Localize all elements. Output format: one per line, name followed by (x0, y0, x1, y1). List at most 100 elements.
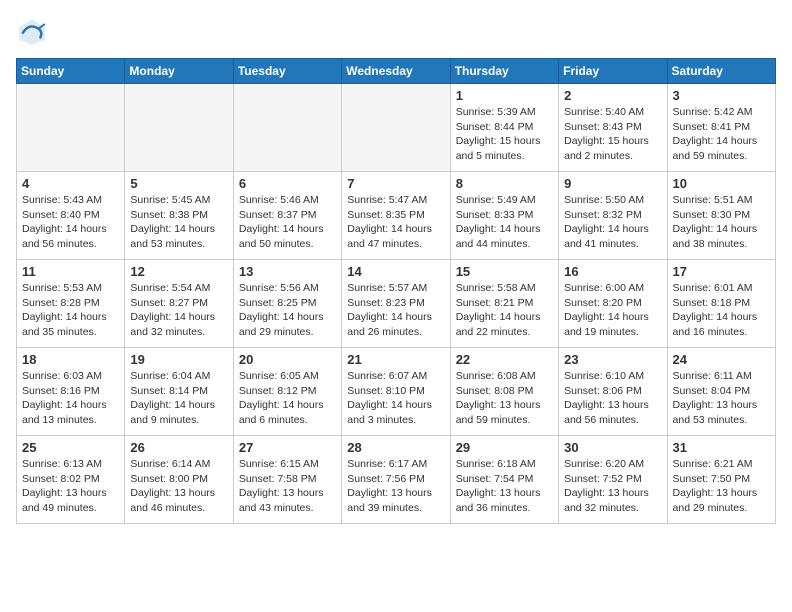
day-info: Sunrise: 5:46 AM Sunset: 8:37 PM Dayligh… (239, 193, 336, 252)
calendar-cell: 8 Sunrise: 5:49 AM Sunset: 8:33 PM Daylig… (450, 172, 558, 260)
day-number: 25 (22, 440, 119, 455)
day-info: Sunrise: 6:15 AM Sunset: 7:58 PM Dayligh… (239, 457, 336, 516)
day-of-week-header: Sunday (17, 59, 125, 84)
day-number: 5 (130, 176, 227, 191)
day-info: Sunrise: 6:18 AM Sunset: 7:54 PM Dayligh… (456, 457, 553, 516)
day-of-week-header: Friday (559, 59, 667, 84)
calendar-cell: 14Sunrise: 5:57 AM Sunset: 8:23 PM Dayli… (342, 260, 450, 348)
calendar-cell: 18Sunrise: 6:03 AM Sunset: 8:16 PM Dayli… (17, 348, 125, 436)
day-info: Sunrise: 5:43 AM Sunset: 8:40 PM Dayligh… (22, 193, 119, 252)
day-number: 8 (456, 176, 553, 191)
calendar-cell: 1Sunrise: 5:39 AM Sunset: 8:44 PM Daylig… (450, 84, 558, 172)
day-info: Sunrise: 6:00 AM Sunset: 8:20 PM Dayligh… (564, 281, 661, 340)
day-number: 28 (347, 440, 444, 455)
calendar-cell: 6 Sunrise: 5:46 AM Sunset: 8:37 PM Daylig… (233, 172, 341, 260)
calendar-cell: 10 Sunrise: 5:51 AM Sunset: 8:30 PM Dayli… (667, 172, 775, 260)
day-number: 20 (239, 352, 336, 367)
day-number: 27 (239, 440, 336, 455)
day-info: Sunrise: 5:58 AM Sunset: 8:21 PM Dayligh… (456, 281, 553, 340)
day-number: 29 (456, 440, 553, 455)
calendar-cell (125, 84, 233, 172)
day-info: Sunrise: 5:45 AM Sunset: 8:38 PM Dayligh… (130, 193, 227, 252)
calendar-cell: 3Sunrise: 5:42 AM Sunset: 8:41 PM Daylig… (667, 84, 775, 172)
day-info: Sunrise: 5:57 AM Sunset: 8:23 PM Dayligh… (347, 281, 444, 340)
day-of-week-header: Wednesday (342, 59, 450, 84)
day-of-week-header: Monday (125, 59, 233, 84)
calendar-cell: 9 Sunrise: 5:50 AM Sunset: 8:32 PM Daylig… (559, 172, 667, 260)
day-number: 1 (456, 88, 553, 103)
week-row: 1Sunrise: 5:39 AM Sunset: 8:44 PM Daylig… (17, 84, 776, 172)
day-of-week-header: Thursday (450, 59, 558, 84)
calendar-cell: 31Sunrise: 6:21 AM Sunset: 7:50 PM Dayli… (667, 436, 775, 524)
day-info: Sunrise: 5:53 AM Sunset: 8:28 PM Dayligh… (22, 281, 119, 340)
calendar-cell (17, 84, 125, 172)
calendar-cell: 22Sunrise: 6:08 AM Sunset: 8:08 PM Dayli… (450, 348, 558, 436)
day-number: 21 (347, 352, 444, 367)
day-info: Sunrise: 5:56 AM Sunset: 8:25 PM Dayligh… (239, 281, 336, 340)
day-number: 24 (673, 352, 770, 367)
calendar-cell: 17Sunrise: 6:01 AM Sunset: 8:18 PM Dayli… (667, 260, 775, 348)
day-info: Sunrise: 5:51 AM Sunset: 8:30 PM Dayligh… (673, 193, 770, 252)
week-row: 25 Sunrise: 6:13 AM Sunset: 8:02 PM Dayli… (17, 436, 776, 524)
calendar-cell: 30 Sunrise: 6:20 AM Sunset: 7:52 PM Dayli… (559, 436, 667, 524)
logo (16, 16, 52, 48)
day-number: 7 (347, 176, 444, 191)
day-number: 22 (456, 352, 553, 367)
day-number: 10 (673, 176, 770, 191)
day-info: Sunrise: 5:50 AM Sunset: 8:32 PM Dayligh… (564, 193, 661, 252)
day-info: Sunrise: 6:10 AM Sunset: 8:06 PM Dayligh… (564, 369, 661, 428)
logo-icon (16, 16, 48, 48)
calendar-cell: 2 Sunrise: 5:40 AM Sunset: 8:43 PM Daylig… (559, 84, 667, 172)
day-info: Sunrise: 6:07 AM Sunset: 8:10 PM Dayligh… (347, 369, 444, 428)
day-number: 6 (239, 176, 336, 191)
day-of-week-header: Tuesday (233, 59, 341, 84)
calendar-cell: 15 Sunrise: 5:58 AM Sunset: 8:21 PM Dayli… (450, 260, 558, 348)
calendar-cell (233, 84, 341, 172)
day-info: Sunrise: 5:49 AM Sunset: 8:33 PM Dayligh… (456, 193, 553, 252)
calendar-table: SundayMondayTuesdayWednesdayThursdayFrid… (16, 58, 776, 524)
day-number: 3 (673, 88, 770, 103)
week-row: 4 Sunrise: 5:43 AM Sunset: 8:40 PM Daylig… (17, 172, 776, 260)
day-number: 2 (564, 88, 661, 103)
calendar-cell: 27 Sunrise: 6:15 AM Sunset: 7:58 PM Dayli… (233, 436, 341, 524)
day-number: 17 (673, 264, 770, 279)
calendar-cell: 7 Sunrise: 5:47 AM Sunset: 8:35 PM Daylig… (342, 172, 450, 260)
calendar-cell: 28 Sunrise: 6:17 AM Sunset: 7:56 PM Dayli… (342, 436, 450, 524)
day-number: 15 (456, 264, 553, 279)
calendar-cell: 4 Sunrise: 5:43 AM Sunset: 8:40 PM Daylig… (17, 172, 125, 260)
day-number: 31 (673, 440, 770, 455)
day-number: 9 (564, 176, 661, 191)
day-info: Sunrise: 6:17 AM Sunset: 7:56 PM Dayligh… (347, 457, 444, 516)
day-number: 4 (22, 176, 119, 191)
day-info: Sunrise: 6:20 AM Sunset: 7:52 PM Dayligh… (564, 457, 661, 516)
calendar-cell: 26 Sunrise: 6:14 AM Sunset: 8:00 PM Dayli… (125, 436, 233, 524)
week-row: 11 Sunrise: 5:53 AM Sunset: 8:28 PM Dayli… (17, 260, 776, 348)
calendar-cell: 12Sunrise: 5:54 AM Sunset: 8:27 PM Dayli… (125, 260, 233, 348)
calendar-cell: 20 Sunrise: 6:05 AM Sunset: 8:12 PM Dayli… (233, 348, 341, 436)
calendar-cell: 23Sunrise: 6:10 AM Sunset: 8:06 PM Dayli… (559, 348, 667, 436)
calendar-cell: 21 Sunrise: 6:07 AM Sunset: 8:10 PM Dayli… (342, 348, 450, 436)
calendar-cell (342, 84, 450, 172)
day-info: Sunrise: 6:14 AM Sunset: 8:00 PM Dayligh… (130, 457, 227, 516)
calendar-cell: 11 Sunrise: 5:53 AM Sunset: 8:28 PM Dayli… (17, 260, 125, 348)
day-info: Sunrise: 5:47 AM Sunset: 8:35 PM Dayligh… (347, 193, 444, 252)
calendar-cell: 25 Sunrise: 6:13 AM Sunset: 8:02 PM Dayli… (17, 436, 125, 524)
day-number: 16 (564, 264, 661, 279)
calendar-header-row: SundayMondayTuesdayWednesdayThursdayFrid… (17, 59, 776, 84)
calendar-cell: 29 Sunrise: 6:18 AM Sunset: 7:54 PM Dayli… (450, 436, 558, 524)
day-info: Sunrise: 6:13 AM Sunset: 8:02 PM Dayligh… (22, 457, 119, 516)
day-number: 11 (22, 264, 119, 279)
day-number: 12 (130, 264, 227, 279)
page-header (16, 16, 776, 48)
day-number: 30 (564, 440, 661, 455)
calendar-cell: 24Sunrise: 6:11 AM Sunset: 8:04 PM Dayli… (667, 348, 775, 436)
day-of-week-header: Saturday (667, 59, 775, 84)
day-info: Sunrise: 5:40 AM Sunset: 8:43 PM Dayligh… (564, 105, 661, 164)
day-number: 26 (130, 440, 227, 455)
day-number: 18 (22, 352, 119, 367)
day-number: 13 (239, 264, 336, 279)
calendar-cell: 13 Sunrise: 5:56 AM Sunset: 8:25 PM Dayli… (233, 260, 341, 348)
calendar-cell: 5 Sunrise: 5:45 AM Sunset: 8:38 PM Daylig… (125, 172, 233, 260)
day-info: Sunrise: 6:05 AM Sunset: 8:12 PM Dayligh… (239, 369, 336, 428)
day-info: Sunrise: 6:04 AM Sunset: 8:14 PM Dayligh… (130, 369, 227, 428)
